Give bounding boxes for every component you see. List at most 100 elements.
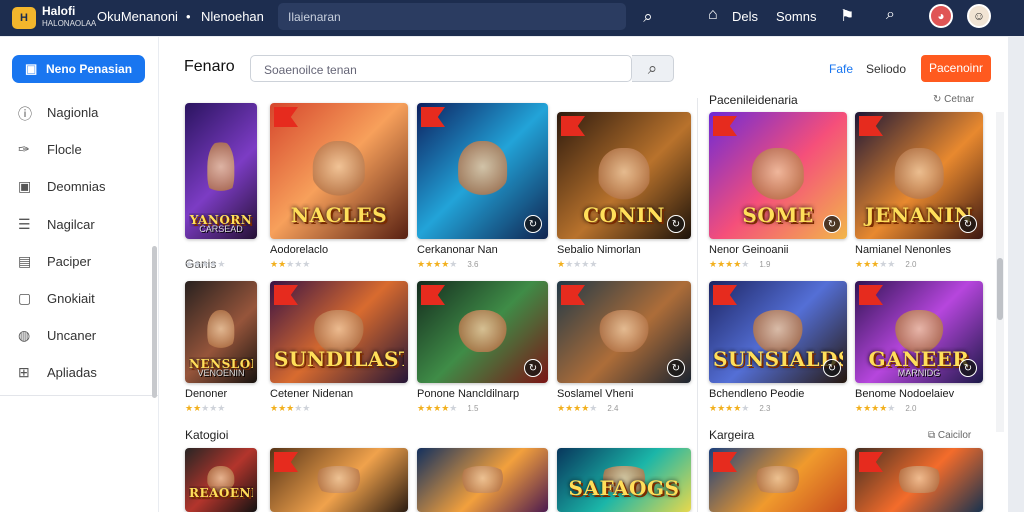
game-title[interactable]: Nenor Geinoanii — [709, 244, 789, 256]
filter-action[interactable]: ⧉ Caicilor — [928, 430, 971, 441]
character-art — [312, 309, 366, 353]
game-title[interactable]: Aodorelaclo — [270, 244, 328, 256]
game-thumbnail[interactable]: SOME ↻ — [709, 112, 847, 239]
game-thumbnail[interactable]: CONIN ↻ — [557, 112, 691, 239]
content-search-input[interactable]: Soaenoilce tenan — [250, 55, 632, 82]
game-title[interactable]: Cerkanonar Nan — [417, 244, 498, 256]
sidebar-item-nagilcar[interactable]: ☰ Nagilcar — [18, 216, 146, 236]
sidebar-item-flocle[interactable]: ✑ Flocle — [18, 141, 146, 161]
game-title[interactable]: Ponone Nancldilnarp — [417, 388, 519, 400]
game-thumbnail[interactable]: ↻ — [417, 281, 548, 383]
rating-count: 1.5 — [467, 404, 479, 413]
game-action-icon[interactable]: ↻ — [667, 215, 685, 233]
game-thumbnail[interactable]: ↻ — [417, 103, 548, 239]
hot-ribbon-icon — [421, 285, 445, 305]
section-heading-featured: Pacenileidenaria — [709, 93, 798, 107]
sidebar-item-deomnias[interactable]: ▣ Deomnias — [18, 178, 146, 198]
profile-avatar-icon[interactable]: ☺ — [967, 4, 991, 28]
game-action-icon[interactable]: ↻ — [667, 359, 685, 377]
game-thumbnail[interactable]: GANEER MARNIDG ↻ — [855, 281, 983, 383]
sidebar-item-paciper[interactable]: ▤ Paciper — [18, 253, 146, 273]
chat-icon: ▢ — [18, 290, 32, 306]
game-rating-stars: ★★★★★ 2.4 — [557, 403, 619, 413]
app-logo-icon[interactable]: H — [12, 7, 36, 29]
content-scrollbar-thumb[interactable] — [997, 258, 1003, 320]
game-action-icon[interactable]: ↻ — [959, 215, 977, 233]
game-thumbnail[interactable] — [855, 448, 983, 512]
orange-action-button[interactable]: Pacenoinr — [921, 55, 991, 82]
game-thumbnail[interactable] — [270, 448, 408, 512]
game-thumbnail[interactable] — [417, 448, 548, 512]
hot-ribbon-icon — [713, 285, 737, 305]
game-action-icon[interactable]: ↻ — [823, 359, 841, 377]
bag-icon: ◍ — [18, 327, 31, 343]
sidebar-item-apliadas[interactable]: ⊞ Apliadas — [18, 364, 146, 384]
refresh-action[interactable]: ↻ Cetnar — [933, 94, 974, 105]
character-art — [894, 465, 944, 493]
top-nav-dels[interactable]: Dels — [732, 9, 758, 24]
rating-count: 3.6 — [467, 260, 479, 269]
game-thumbnail[interactable]: SUNSIALDS ↻ — [709, 281, 847, 383]
character-art — [598, 147, 650, 201]
game-title[interactable]: Benome Nodoelaiev — [855, 388, 954, 400]
game-thumbnail[interactable]: NACLES — [270, 103, 408, 239]
content-search-icon[interactable]: ⌕ — [632, 55, 674, 82]
character-art — [457, 309, 508, 353]
game-title[interactable]: Namianel Nenonles — [855, 244, 951, 256]
search-icon[interactable]: ⌕ — [886, 6, 895, 24]
character-art — [894, 147, 944, 201]
character-art — [312, 465, 366, 493]
game-title[interactable]: Soslamel Vheni — [557, 388, 633, 400]
sidebar-item-nagionla[interactable]: ⓘ Nagionla — [18, 104, 146, 124]
section-heading-katogioi: Katogioi — [185, 428, 229, 442]
top-search-icon[interactable]: ⌕ — [632, 4, 664, 30]
top-nav-somns[interactable]: Somns — [776, 9, 816, 24]
sidebar-scrollbar[interactable] — [152, 246, 157, 398]
game-thumbnail[interactable]: NENSLOL VENOENIN — [185, 281, 257, 383]
game-title[interactable]: Sebalio Nimorlan — [557, 244, 641, 256]
game-art-subtitle: VENOENIN — [197, 368, 245, 378]
hot-ribbon-icon — [713, 116, 737, 136]
game-rating-stars: ★★★★★ — [185, 403, 226, 413]
game-action-icon[interactable]: ↻ — [524, 359, 542, 377]
fafe-link[interactable]: Fafe — [829, 62, 853, 76]
info-icon: ⓘ — [18, 106, 32, 122]
hot-ribbon-icon — [859, 452, 883, 472]
top-search-input[interactable]: Ilaienaran — [278, 3, 626, 30]
avatar-icon[interactable]: ◕ — [929, 4, 953, 28]
game-rating-stars: ★★★★★ 2.3 — [709, 403, 771, 413]
game-rating-stars: ★★★★★ — [270, 403, 311, 413]
game-thumbnail[interactable]: ↻ — [557, 281, 691, 383]
hot-ribbon-icon — [561, 285, 585, 305]
hot-ribbon-icon — [713, 452, 737, 472]
game-action-icon[interactable]: ↻ — [823, 215, 841, 233]
game-action-icon[interactable]: ↻ — [959, 359, 977, 377]
game-thumbnail[interactable]: SUNDILAST — [270, 281, 408, 383]
game-rating-stars: ★★★★★ 1.5 — [417, 403, 479, 413]
game-title[interactable]: Cetener Nidenan — [270, 388, 353, 400]
game-thumbnail[interactable]: SAFAOGS — [557, 448, 691, 512]
game-art-title: REAOENN — [189, 486, 253, 500]
game-thumbnail[interactable]: YANORN CARSEAD — [185, 103, 257, 239]
hot-ribbon-icon — [859, 116, 883, 136]
flag-icon[interactable]: ⚑ — [840, 6, 854, 26]
pin-icon: ✑ — [18, 141, 30, 157]
hot-ribbon-icon — [274, 107, 298, 127]
column-divider — [697, 98, 698, 512]
game-action-icon[interactable]: ↻ — [524, 215, 542, 233]
game-title[interactable]: Bchendleno Peodie — [709, 388, 804, 400]
rating-count: 1.9 — [759, 260, 771, 269]
game-thumbnail[interactable]: REAOENN — [185, 448, 257, 512]
game-thumbnail[interactable]: JENANIN ↻ — [855, 112, 983, 239]
hot-ribbon-icon — [274, 452, 298, 472]
seliodo-link[interactable]: Seliodo — [866, 62, 906, 76]
primary-action-button[interactable]: Neno Penasian — [12, 55, 145, 83]
home-icon[interactable]: ⌂ — [708, 6, 718, 24]
game-title[interactable]: Denoner — [185, 388, 227, 400]
game-thumbnail[interactable] — [709, 448, 847, 512]
game-art-title: SAFAOGS — [568, 476, 680, 500]
sidebar-item-gnokiait[interactable]: ▢ Gnokiait — [18, 290, 146, 310]
rating-count: 2.4 — [607, 404, 619, 413]
hot-ribbon-icon — [561, 116, 585, 136]
sidebar-item-uncaner[interactable]: ◍ Uncaner — [18, 327, 146, 347]
